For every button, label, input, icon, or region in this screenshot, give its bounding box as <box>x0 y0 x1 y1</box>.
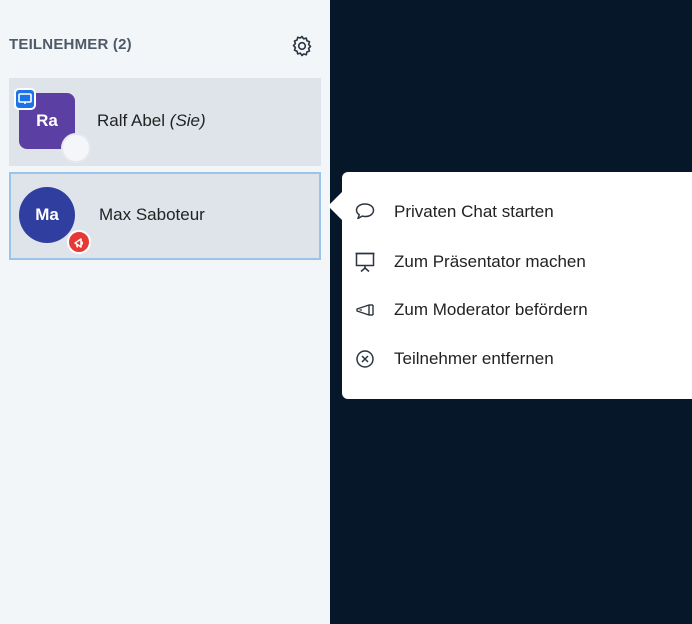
menu-pointer <box>328 192 342 220</box>
user-list-item-selected[interactable]: Ma Max Saboteur <box>9 172 321 260</box>
avatar: Ma <box>19 187 75 243</box>
status-indicator <box>61 133 91 163</box>
gear-icon[interactable] <box>290 34 314 58</box>
menu-item-private-chat[interactable]: Privaten Chat starten <box>342 193 692 233</box>
moderator-icon <box>67 230 91 254</box>
menu-item-label: Zum Moderator befördern <box>394 300 588 319</box>
you-tag: (Sie) <box>169 111 206 130</box>
chat-bubble-icon <box>354 201 376 223</box>
participants-header: TEILNEHMER (2) <box>9 34 321 58</box>
menu-item-make-presenter[interactable]: Zum Präsentator machen <box>342 243 692 283</box>
menu-item-label: Zum Präsentator machen <box>394 252 586 271</box>
avatar-initials: Ra <box>36 111 58 130</box>
user-context-menu: Privaten Chat starten Zum Präsentator ma… <box>342 172 692 399</box>
presentation-screen-icon <box>354 251 376 273</box>
avatar-initials: Ma <box>35 205 59 224</box>
menu-item-remove-participant[interactable]: Teilnehmer entfernen <box>342 340 692 380</box>
participants-sidebar: TEILNEHMER (2) Ra Ralf Abel (Sie) Ma Max… <box>0 0 330 624</box>
user-name: Ralf Abel <box>97 111 166 130</box>
user-name: Max Saboteur <box>99 205 205 224</box>
menu-item-label: Privaten Chat starten <box>394 202 554 221</box>
menu-item-label: Teilnehmer entfernen <box>394 349 554 368</box>
presenter-icon <box>14 88 36 110</box>
menu-item-promote-moderator[interactable]: Zum Moderator befördern <box>342 291 692 331</box>
remove-circle-icon <box>354 348 376 370</box>
megaphone-icon <box>354 299 376 321</box>
user-list-item[interactable]: Ra Ralf Abel (Sie) <box>9 78 321 166</box>
participants-title: TEILNEHMER (2) <box>9 36 132 53</box>
